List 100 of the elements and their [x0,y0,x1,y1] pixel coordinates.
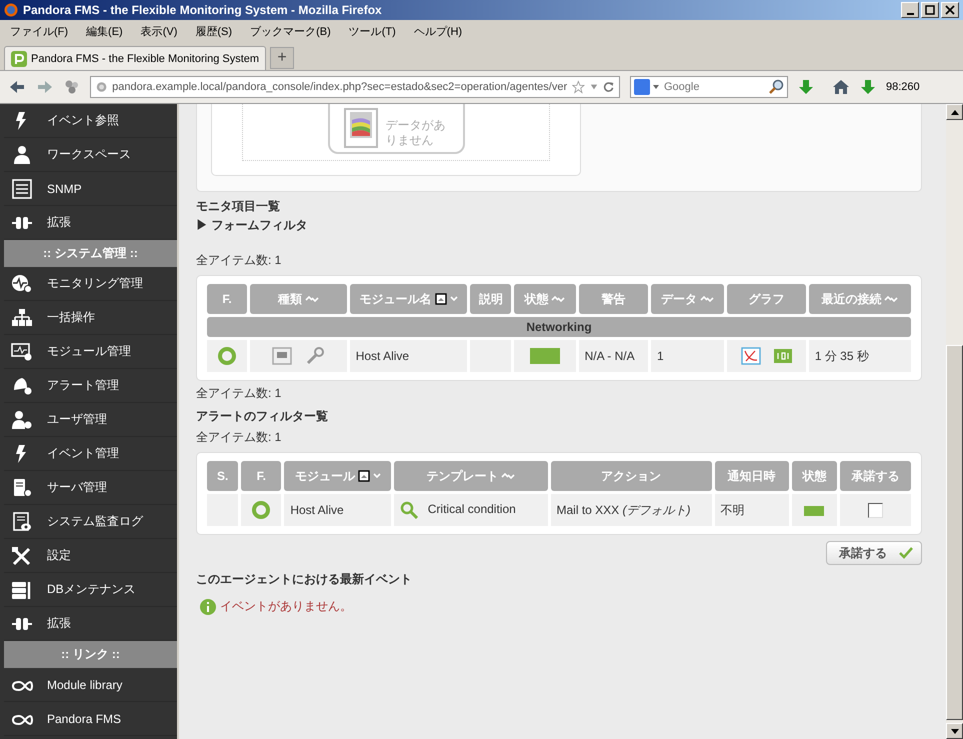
download-arrow-icon[interactable] [860,79,876,95]
chart-icon [344,108,378,148]
download-status: 98:260 [886,81,920,93]
reload-icon[interactable] [602,80,614,94]
search-icon[interactable] [768,79,784,95]
scroll-down-icon[interactable] [950,728,958,734]
menu-item[interactable]: ブックマーク(B) [250,24,331,38]
acknowledge-checkbox[interactable] [868,502,884,518]
database-icon [11,580,33,600]
dropdown-icon[interactable] [590,83,598,91]
screen-gear-icon [11,342,33,362]
table-cell: 不明 [714,494,789,526]
column-header: F. [241,461,282,491]
menu-item[interactable]: ファイル(F) [10,24,68,38]
table-cell: Mail to XXX (デフォルト) [550,494,712,526]
download-arrow-icon[interactable] [798,79,814,95]
maximize-icon [925,5,935,15]
home-icon[interactable] [832,79,850,95]
browser-logo-icon [4,3,18,17]
table-cell: 1 分 35 秒 [808,340,911,372]
column-header: 説明 [470,284,512,314]
column-header: グラフ [727,284,806,314]
item-count: 全アイテム数: 1 [196,385,282,402]
forward-icon[interactable] [36,79,54,95]
sidebar-item[interactable]: DBメンテナンス [4,573,177,607]
table-cell: N/A - N/A [578,340,648,372]
menu-item[interactable]: 履歴(S) [195,24,232,38]
sidebar-item[interactable]: SNMP [4,172,177,206]
info-icon [200,598,216,614]
back-icon[interactable] [8,79,26,95]
wrench-icon[interactable] [305,346,326,366]
hierarchy-icon [11,308,33,328]
menu-item[interactable]: 編集(E) [86,24,123,38]
section-title: アラートのフィルター覧 [196,408,329,425]
sort-icon[interactable] [884,295,898,304]
new-tab-button[interactable]: + [270,47,294,69]
raw-data-icon[interactable] [774,349,792,363]
sidebar-section-header: :: システム管理 :: [4,240,177,267]
sidebar-item[interactable]: アラート管理 [4,369,177,403]
column-header: F. [207,284,247,314]
line-graph-icon[interactable] [740,347,761,365]
section-title: モニタ項目一覧 [196,198,281,215]
sidebar-item[interactable]: システム監査ログ [4,505,177,539]
sort-down-icon[interactable] [450,296,458,302]
column-header: S. [207,461,238,491]
scroll-up-icon[interactable] [950,110,958,114]
column-header: 警告 [578,284,648,314]
check-icon [899,547,913,559]
person-icon [11,144,33,164]
table-cell: Host Alive [284,494,392,526]
menu-item[interactable]: 表示(V) [140,24,178,38]
sidebar-item[interactable]: モジュール管理 [4,335,177,369]
maximize-button[interactable] [921,2,939,18]
table-cell: 1 [650,340,724,372]
filter-toggle[interactable]: ▶ フォームフィルタ [196,217,922,234]
item-count: 全アイテム数: 1 [196,429,282,446]
empty-events-message: イベントがありません。 [220,598,352,615]
sidebar-item[interactable]: ワークスペース [4,138,177,172]
star-icon[interactable] [572,79,585,95]
scrollbar[interactable] [946,104,963,739]
address-field[interactable]: pandora.example.local/pandora_console/index.php?sec=estado&sec2=operation/agentes/ver [90,76,620,98]
list-icon [11,178,33,198]
tools-icon [11,546,33,566]
sort-icon[interactable] [551,295,566,304]
sidebar-item[interactable]: モニタリング管理 [4,267,177,301]
table-cell: Critical condition [428,502,516,516]
sort-icon[interactable] [501,472,516,480]
column-header: 承諾する [840,461,911,491]
browser-tab[interactable]: Pandora FMS - the Flexible Monitoring System [4,46,266,70]
window-title: Pandora FMS - the Flexible Monitoring System - Mozilla Firefox [23,3,383,17]
menu-item[interactable]: ツール(T) [348,24,396,38]
acknowledge-button[interactable]: 承諾する [826,541,922,565]
table-cell: Host Alive [350,340,468,372]
sorted-indicator-icon[interactable] [434,293,446,306]
column-header: アクション [550,461,712,491]
sort-icon[interactable] [700,295,714,304]
sort-icon[interactable] [304,295,319,304]
close-button[interactable] [941,2,959,18]
monitor-gear-icon [11,274,33,294]
sorted-indicator-icon[interactable] [358,470,370,482]
section-title: このエージェントにおける最新イベント [196,571,413,588]
search-engine-icon[interactable] [634,79,660,95]
server-gear-icon [11,478,33,498]
sort-down-icon[interactable] [372,473,381,480]
document-eye-icon [11,512,33,532]
site-logo-icon [11,50,27,66]
sidebar-item[interactable]: 設定 [4,539,177,573]
sidebar-item[interactable]: サーバ管理 [4,471,177,505]
column-header: 通知日時 [714,461,789,491]
close-icon [945,5,955,15]
group-header: Networking [207,317,911,337]
sidebar-section-header: :: リンク :: [4,641,177,668]
search-field[interactable]: Google [630,76,788,98]
menu-item[interactable]: ヘルプ(H) [414,24,462,38]
column-header: 状態 [792,461,838,491]
sidebar-item[interactable]: ユーザ管理 [4,403,177,437]
person-gear-icon [11,410,33,430]
network-device-icon [272,347,292,365]
minimize-button[interactable] [901,2,919,18]
sidebar-item[interactable]: 一括操作 [4,301,177,335]
